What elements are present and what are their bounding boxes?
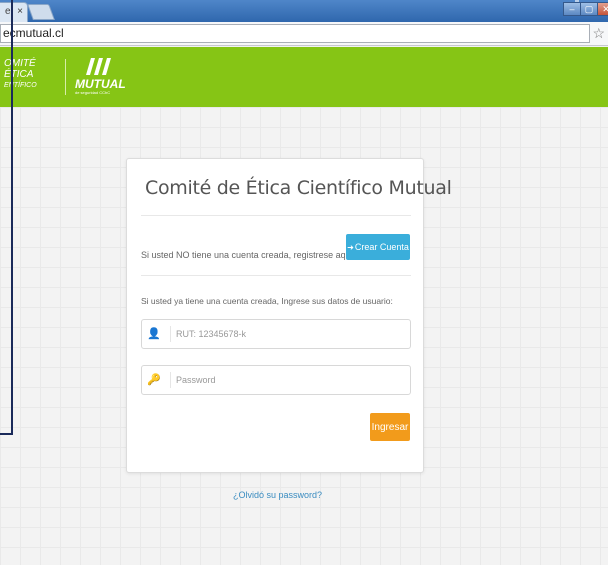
login-submit-button[interactable]: Ingresar bbox=[370, 413, 410, 441]
mutual-mark-icon bbox=[86, 58, 111, 75]
site-header: OMITÉ ÉTICA ENTÍFICO MUTUAL de seguridad… bbox=[0, 47, 608, 107]
rut-field-group: 👤 bbox=[141, 319, 411, 349]
password-input[interactable] bbox=[176, 371, 396, 389]
login-prompt: Si usted ya tiene una cuenta creada, Ing… bbox=[141, 296, 393, 306]
user-icon: 👤 bbox=[147, 328, 161, 340]
logo-line-2: ÉTICA bbox=[4, 69, 34, 80]
mutual-wordmark: MUTUAL bbox=[75, 77, 126, 91]
tab-close-icon[interactable]: × bbox=[17, 3, 23, 21]
new-tab-button[interactable] bbox=[27, 4, 55, 20]
logo-line-1: OMITÉ bbox=[4, 58, 36, 69]
logo-divider bbox=[65, 59, 66, 95]
card-title: Comité de Ética Científico Mutual bbox=[145, 177, 452, 199]
mutual-subtitle: de seguridad CChC bbox=[75, 90, 111, 95]
logo-line-3: ENTÍFICO bbox=[4, 82, 37, 89]
address-bar: ecmutual.cl ☆ bbox=[0, 22, 608, 46]
browser-tab[interactable]: e × bbox=[0, 2, 28, 22]
minimize-button[interactable]: – bbox=[563, 2, 581, 16]
login-card: Comité de Ética Científico Mutual Si ust… bbox=[126, 158, 452, 473]
maximize-button[interactable]: ▢ bbox=[580, 2, 598, 16]
bookmark-star-icon[interactable]: ☆ bbox=[592, 25, 605, 41]
close-window-button[interactable]: ✕ bbox=[597, 2, 608, 16]
mutual-logo[interactable]: MUTUAL de seguridad CChC bbox=[75, 55, 126, 95]
divider bbox=[141, 275, 411, 276]
create-account-label: Crear Cuenta bbox=[354, 242, 409, 252]
password-field-group: 🔑 bbox=[141, 365, 411, 395]
comite-logo[interactable]: OMITÉ ÉTICA ENTÍFICO bbox=[4, 58, 37, 91]
browser-tabstrip: e × – ▢ ✕ bbox=[0, 0, 608, 22]
url-field[interactable]: ecmutual.cl bbox=[0, 24, 590, 43]
register-prompt: Si usted NO tiene una cuenta creada, reg… bbox=[141, 250, 353, 260]
input-separator bbox=[170, 372, 171, 388]
input-separator bbox=[170, 326, 171, 342]
sign-in-icon: ➜ bbox=[347, 243, 354, 252]
tab-title: e bbox=[5, 6, 11, 17]
forgot-password-link[interactable]: ¿Olvidó su password? bbox=[233, 490, 322, 500]
rut-input[interactable] bbox=[176, 325, 396, 343]
create-account-button[interactable]: ➜Crear Cuenta bbox=[346, 234, 410, 260]
key-icon: 🔑 bbox=[147, 374, 161, 386]
divider bbox=[141, 215, 411, 216]
